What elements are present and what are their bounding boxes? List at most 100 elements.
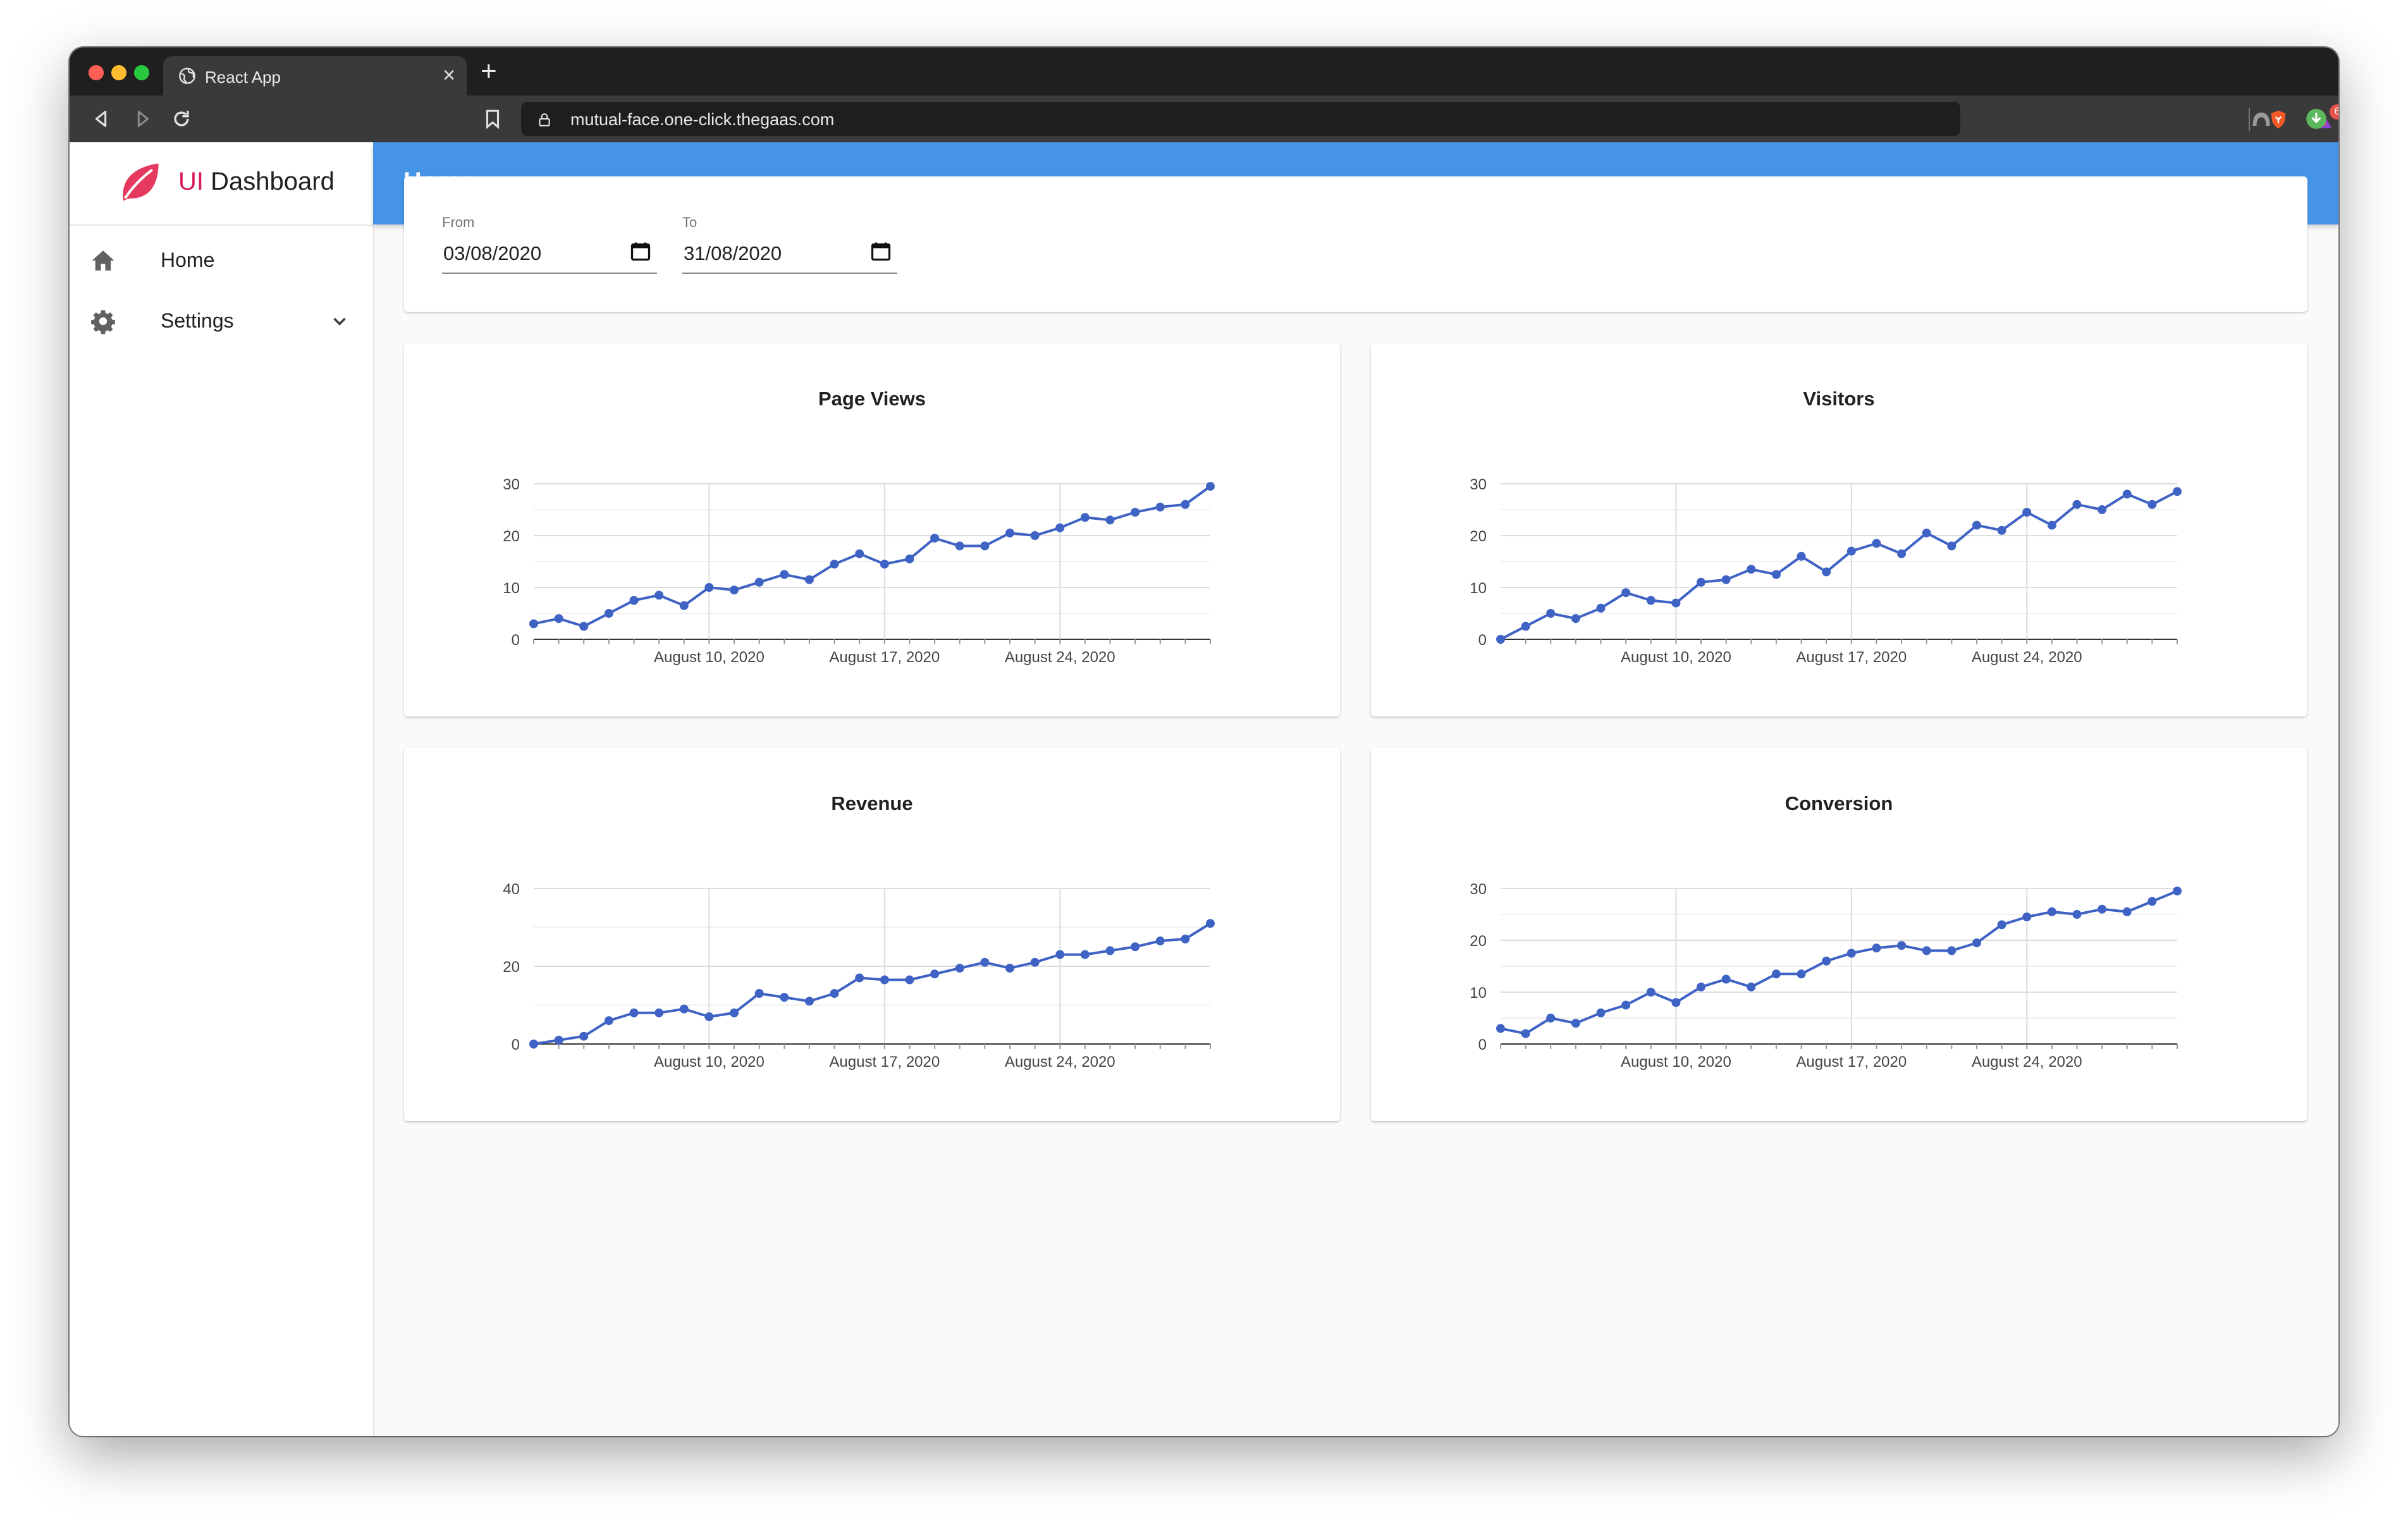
data-point bbox=[1997, 920, 2006, 930]
home-icon bbox=[92, 250, 114, 271]
globe-icon bbox=[179, 68, 195, 84]
extension-icon[interactable] bbox=[2304, 107, 2328, 131]
y-tick-label: 20 bbox=[1470, 528, 1487, 545]
data-point bbox=[2122, 489, 2132, 499]
x-tick-label: August 17, 2020 bbox=[829, 649, 940, 666]
address-bar[interactable]: mutual-face.one-click.thegaas.com 6 bbox=[521, 102, 2338, 136]
from-date-field[interactable]: From 03/08/2020 bbox=[442, 214, 657, 278]
sidebar-item-settings[interactable]: Settings bbox=[70, 289, 373, 350]
data-point bbox=[554, 614, 563, 623]
data-point bbox=[2022, 508, 2032, 517]
data-point bbox=[1947, 946, 1956, 955]
data-point bbox=[1030, 957, 1040, 967]
data-point bbox=[1897, 549, 1907, 558]
y-tick-label: 10 bbox=[503, 580, 520, 597]
data-point bbox=[1080, 950, 1090, 959]
bookmark-icon[interactable] bbox=[482, 108, 503, 130]
x-tick-label: August 10, 2020 bbox=[654, 1053, 765, 1071]
data-point bbox=[880, 975, 889, 985]
data-point bbox=[1972, 520, 1981, 530]
data-point bbox=[955, 964, 964, 973]
data-point bbox=[2047, 907, 2056, 916]
data-point bbox=[604, 1016, 613, 1026]
data-point bbox=[730, 586, 739, 595]
minimize-window-button[interactable] bbox=[111, 65, 126, 80]
chevron-down-icon[interactable] bbox=[329, 310, 350, 332]
data-point bbox=[1922, 946, 1931, 955]
y-tick-label: 10 bbox=[1470, 985, 1487, 1002]
forward-icon[interactable] bbox=[132, 108, 153, 130]
data-point bbox=[529, 619, 538, 629]
data-point bbox=[1846, 949, 1856, 958]
data-point bbox=[930, 534, 940, 543]
data-point bbox=[1872, 539, 1881, 548]
data-point bbox=[554, 1035, 563, 1045]
sidebar-item-label: Settings bbox=[161, 309, 234, 332]
close-tab-icon[interactable]: × bbox=[443, 64, 455, 87]
data-point bbox=[654, 1008, 664, 1017]
brand-prefix: UI bbox=[178, 168, 204, 195]
data-point bbox=[1496, 635, 1505, 644]
data-point bbox=[1131, 942, 1140, 952]
data-point bbox=[2098, 904, 2107, 914]
data-point bbox=[1155, 936, 1165, 946]
data-point bbox=[905, 554, 914, 563]
data-point bbox=[1005, 964, 1014, 973]
y-tick-label: 20 bbox=[503, 528, 520, 545]
data-point bbox=[1181, 500, 1190, 509]
to-date-field[interactable]: To 31/08/2020 bbox=[682, 214, 897, 278]
data-point bbox=[1671, 598, 1681, 608]
to-date-input[interactable]: 31/08/2020 bbox=[684, 242, 782, 265]
data-point bbox=[1671, 998, 1681, 1007]
data-point bbox=[1521, 622, 1530, 631]
y-tick-label: 20 bbox=[503, 959, 520, 976]
rewards-badge-count: 6 bbox=[2334, 106, 2338, 117]
y-tick-label: 30 bbox=[1470, 881, 1487, 898]
brand-title: UI Dashboard bbox=[178, 168, 335, 196]
conversion-chart: 0 10 20 30 August 10, 2020 August 17, 2020 Aug… bbox=[1470, 881, 2182, 1071]
from-underline bbox=[442, 273, 657, 274]
data-point bbox=[1206, 482, 1215, 491]
data-point bbox=[604, 609, 613, 618]
back-icon[interactable] bbox=[91, 108, 113, 130]
data-point bbox=[830, 560, 839, 569]
data-point bbox=[1822, 956, 1831, 966]
data-point bbox=[679, 601, 689, 610]
calendar-icon[interactable] bbox=[869, 240, 892, 262]
series-line bbox=[533, 922, 1212, 1045]
new-tab-button[interactable]: + bbox=[481, 58, 497, 85]
x-tick-label: August 24, 2020 bbox=[1972, 649, 2082, 666]
browser-tab[interactable]: React App × bbox=[163, 56, 467, 95]
data-point bbox=[1771, 969, 1781, 979]
data-point bbox=[579, 1031, 589, 1041]
calendar-icon[interactable] bbox=[629, 240, 652, 262]
from-date-input[interactable]: 03/08/2020 bbox=[443, 242, 541, 265]
data-point bbox=[1922, 528, 1931, 537]
data-point bbox=[2173, 487, 2182, 496]
gear-icon bbox=[91, 310, 115, 335]
close-window-button[interactable] bbox=[89, 65, 104, 80]
data-point bbox=[1721, 575, 1731, 584]
sidebar-item-home[interactable]: Home bbox=[70, 228, 373, 289]
data-point bbox=[1596, 603, 1606, 613]
data-point bbox=[2173, 887, 2182, 896]
maximize-window-button[interactable] bbox=[134, 65, 149, 80]
reload-icon[interactable] bbox=[171, 108, 192, 130]
y-tick-label: 40 bbox=[503, 881, 520, 898]
data-point bbox=[1080, 513, 1090, 522]
sidebar-item-label: Home bbox=[161, 249, 215, 271]
data-point bbox=[654, 591, 664, 600]
y-tick-label: 0 bbox=[1478, 632, 1487, 649]
data-point bbox=[1747, 565, 1756, 574]
data-point bbox=[2122, 907, 2132, 916]
data-point bbox=[1846, 546, 1856, 556]
profile-icon[interactable] bbox=[2250, 107, 2273, 130]
data-point bbox=[804, 575, 814, 584]
series-line bbox=[533, 485, 1212, 628]
data-point bbox=[1131, 508, 1140, 517]
brand[interactable]: UI Dashboard bbox=[70, 142, 373, 226]
x-tick-label: August 24, 2020 bbox=[1005, 649, 1115, 666]
data-point bbox=[1571, 1019, 1580, 1028]
revenue-chart: 0 20 40 August 10, 2020 August 17, 2020 Augus… bbox=[503, 881, 1215, 1071]
data-point bbox=[930, 969, 940, 979]
